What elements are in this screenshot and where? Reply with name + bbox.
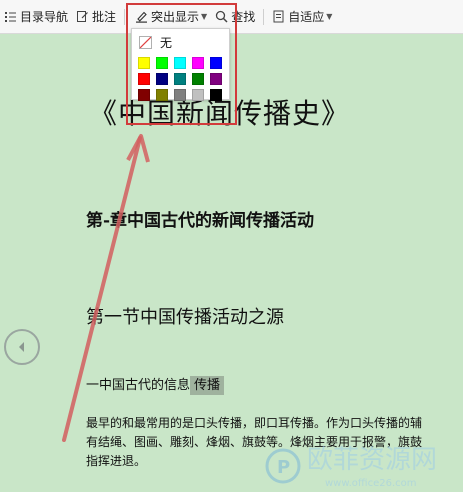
color-swatch[interactable] — [156, 89, 168, 101]
color-swatch[interactable] — [192, 89, 204, 101]
color-swatch[interactable] — [138, 89, 150, 101]
color-swatch[interactable] — [138, 73, 150, 85]
watermark-logo: P 欧菲资源网 www.office26.com — [265, 445, 437, 489]
color-swatch-grid — [138, 57, 222, 101]
no-highlight-label: 无 — [160, 36, 173, 50]
svg-text:P: P — [277, 457, 290, 478]
color-swatch[interactable] — [192, 57, 204, 69]
color-swatch[interactable] — [174, 89, 186, 101]
color-swatch[interactable] — [138, 57, 150, 69]
highlight-color-menu: 无 — [131, 28, 230, 101]
color-swatch[interactable] — [210, 73, 222, 85]
watermark-text: 欧菲资源网 — [307, 445, 437, 475]
color-swatch[interactable] — [210, 57, 222, 69]
color-swatch[interactable] — [156, 57, 168, 69]
no-color-icon — [139, 36, 152, 49]
color-swatch[interactable] — [192, 73, 204, 85]
annotation-arrow — [62, 134, 150, 442]
watermark-url: www.office26.com — [325, 478, 417, 489]
color-swatch[interactable] — [156, 73, 168, 85]
color-swatch[interactable] — [174, 57, 186, 69]
color-swatch[interactable] — [174, 73, 186, 85]
no-highlight-option[interactable]: 无 — [139, 34, 172, 51]
color-swatch[interactable] — [210, 89, 222, 101]
